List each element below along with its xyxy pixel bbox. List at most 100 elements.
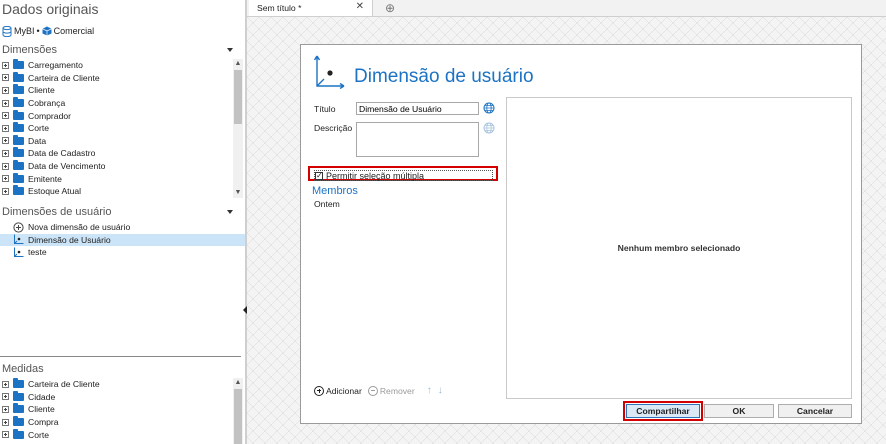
tree-item[interactable]: Corte: [0, 122, 233, 135]
expand-icon[interactable]: [2, 61, 9, 69]
new-user-dimension-item[interactable]: Nova dimensão de usuário: [0, 221, 245, 234]
tree-item[interactable]: Data: [0, 134, 233, 148]
close-icon[interactable]: ✕: [356, 1, 364, 12]
tree-item[interactable]: Emitente: [0, 172, 233, 185]
database-icon: [2, 25, 12, 37]
measures-scrollbar[interactable]: ▲: [233, 378, 243, 444]
tree-item-label: Estoque Atual: [28, 186, 82, 197]
expand-icon[interactable]: [2, 418, 9, 426]
user-dimensions-section-header[interactable]: Dimensões de usuário: [0, 205, 243, 219]
expand-icon[interactable]: [2, 124, 9, 132]
cube-name: Comercial: [53, 26, 95, 36]
multi-select-checkbox[interactable]: ✓ Permitir seleção múltipla: [314, 170, 493, 181]
tree-item[interactable]: Estoque Atual: [0, 185, 233, 198]
folder-icon: [13, 134, 24, 145]
expand-icon[interactable]: [2, 162, 9, 170]
tab-label: Sem título *: [257, 3, 302, 13]
tree-item[interactable]: Carteira de Cliente: [0, 378, 233, 391]
measures-title: Medidas: [2, 363, 44, 375]
expand-icon[interactable]: [2, 86, 9, 94]
add-tab-icon[interactable]: ⊕: [385, 0, 395, 16]
expand-icon[interactable]: [2, 187, 9, 195]
dimensions-scrollbar[interactable]: ▲ ▼: [233, 59, 243, 198]
tree-item-label: Carteira de Cliente: [28, 72, 100, 83]
user-dimension-label: Dimensão de Usuário: [28, 234, 111, 245]
folder-icon: [13, 122, 24, 133]
tab-bar: Sem título * ✕ ⊕: [247, 0, 886, 17]
folder-icon: [13, 84, 24, 95]
expand-icon[interactable]: [2, 137, 9, 145]
tree-item-label: Carteira de Cliente: [28, 379, 100, 390]
panel-divider[interactable]: [0, 356, 241, 357]
dimensions-title: Dimensões: [2, 44, 58, 56]
expand-icon[interactable]: [2, 393, 9, 401]
member-item[interactable]: Ontem: [314, 199, 340, 209]
dimensions-section-header[interactable]: Dimensões: [0, 43, 243, 57]
expand-icon[interactable]: [2, 405, 9, 413]
user-dimension-item[interactable]: Dimensão de Usuário: [0, 233, 245, 247]
tree-item[interactable]: Cliente: [0, 84, 233, 97]
scrollbar-thumb[interactable]: [234, 70, 242, 124]
tree-item[interactable]: Data de Cadastro: [0, 147, 233, 160]
folder-icon: [13, 109, 24, 120]
globe-icon[interactable]: [483, 122, 495, 134]
tree-item[interactable]: Comprador: [0, 109, 233, 122]
selected-members-pane[interactable]: Nenhum membro selecionado: [506, 97, 852, 399]
panel-title: Dados originais: [2, 1, 99, 17]
user-dimension-item[interactable]: teste: [0, 246, 245, 259]
tree-item[interactable]: Cliente: [0, 403, 233, 416]
database-name: MyBI: [14, 26, 35, 36]
tree-item-label: Cliente: [28, 85, 55, 96]
expand-icon[interactable]: [2, 99, 9, 107]
share-button[interactable]: Compartilhar: [623, 401, 703, 421]
measures-section-header[interactable]: Medidas: [0, 362, 243, 376]
add-member-button[interactable]: Adicionar: [314, 385, 362, 396]
data-source-panel: Dados originais MyBI • Comercial Dimensõ…: [0, 0, 245, 444]
cancel-button[interactable]: Cancelar: [778, 404, 852, 418]
folder-icon: [13, 97, 24, 108]
caret-down-icon[interactable]: [227, 48, 233, 52]
add-label: Adicionar: [326, 385, 362, 396]
expand-icon[interactable]: [2, 112, 9, 120]
expand-icon[interactable]: [2, 380, 9, 388]
expand-icon[interactable]: [2, 431, 9, 439]
checkbox-checked-icon[interactable]: ✓: [315, 171, 323, 180]
remove-member-button[interactable]: Remover: [367, 385, 415, 396]
folder-icon: [13, 403, 24, 414]
folder-icon: [13, 428, 24, 439]
tree-item[interactable]: Cobrança: [0, 97, 233, 110]
move-up-icon[interactable]: ↑: [427, 385, 432, 396]
tree-item[interactable]: Carregamento: [0, 59, 233, 72]
tree-item[interactable]: Compra: [0, 416, 233, 429]
user-dimension-icon: [13, 234, 24, 245]
ok-button[interactable]: OK: [704, 404, 774, 418]
scroll-up-icon[interactable]: ▲: [233, 378, 243, 388]
tree-item[interactable]: Carteira de Cliente: [0, 71, 233, 85]
expand-icon[interactable]: [2, 175, 9, 183]
tree-item[interactable]: Corte: [0, 428, 233, 441]
scroll-down-icon[interactable]: ▼: [233, 188, 243, 198]
scroll-up-icon[interactable]: ▲: [233, 59, 243, 69]
cube-icon: [42, 26, 52, 36]
new-user-dimension-label: Nova dimensão de usuário: [28, 222, 131, 233]
data-source-breadcrumb[interactable]: MyBI • Comercial: [2, 25, 94, 37]
scrollbar-thumb[interactable]: [234, 389, 242, 444]
title-input[interactable]: [356, 102, 479, 115]
expand-icon[interactable]: [2, 149, 9, 157]
tab-sem-titulo[interactable]: Sem título * ✕: [249, 0, 373, 16]
tree-item[interactable]: Data de Vencimento: [0, 160, 233, 173]
tree-item[interactable]: Cidade: [0, 390, 233, 404]
globe-icon[interactable]: [483, 102, 495, 114]
description-input[interactable]: [356, 122, 479, 157]
move-down-icon[interactable]: ↓: [438, 385, 443, 396]
tree-item-label: Data: [28, 135, 47, 146]
user-dimension-icon: [313, 55, 345, 89]
folder-icon: [13, 71, 24, 82]
tree-item-label: Carregamento: [28, 60, 83, 71]
breadcrumb-separator: •: [36, 26, 40, 36]
title-label: Título: [314, 104, 336, 114]
expand-icon[interactable]: [2, 74, 9, 82]
caret-down-icon[interactable]: [227, 210, 233, 214]
empty-members-message: Nenhum membro selecionado: [617, 243, 741, 253]
add-circle-icon: [314, 385, 324, 396]
